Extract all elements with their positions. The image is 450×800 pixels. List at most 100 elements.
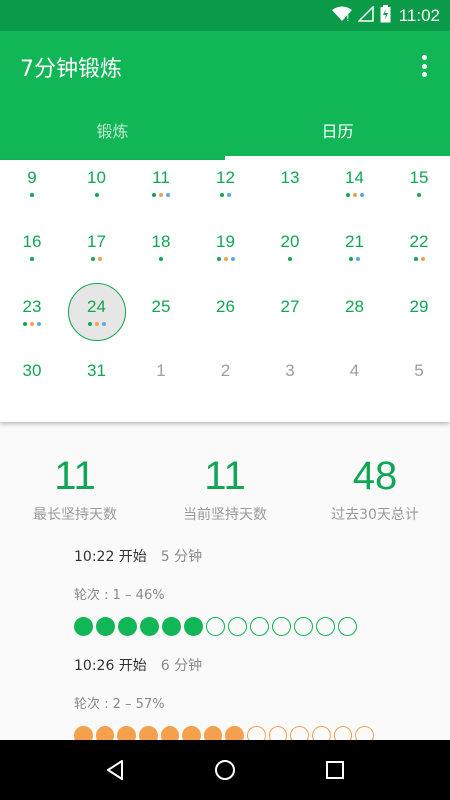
history-panel: 11 最长坚持天数 11 当前坚持天数 48 过去30天总计 10:22 开始 5… [0,422,450,740]
calendar-week-row: 23 24 25 26 27 28 29 [0,283,450,360]
workout-dots [194,257,258,261]
workout-dots [387,193,450,197]
exercise-done-dot [203,726,223,740]
tab-calendar[interactable]: 日历 [225,111,450,160]
day-number: 17 [87,232,106,251]
calendar-day[interactable]: 23 [0,296,64,326]
session-start: 10:26 开始 [74,658,147,674]
workout-dot [98,257,102,261]
signal-icon [356,4,374,26]
stat-current-streak: 11 当前坚持天数 [150,452,300,524]
workout-dot [356,257,360,261]
calendar-day[interactable]: 16 [0,231,64,261]
calendar-day[interactable]: 30 [0,360,64,390]
calendar-day[interactable]: 5 [387,360,450,390]
calendar-day[interactable]: 1 [129,360,193,390]
calendar-day[interactable]: 31 [65,360,129,390]
calendar-day-today[interactable]: 24 [65,283,129,341]
session-header: 10:22 开始 5 分钟 [74,546,374,566]
session-entry[interactable]: 10:22 开始 5 分钟 轮次 : 1 – 46% [74,546,374,636]
day-number: 26 [216,297,235,316]
day-number: 10 [87,168,106,187]
overflow-menu-icon[interactable] [416,53,432,79]
calendar-day[interactable]: 22 [387,231,450,261]
exercise-pending-dot [312,726,331,740]
calendar-day[interactable]: 28 [323,296,387,326]
stat-label: 当前坚持天数 [183,507,267,523]
app-bar: 7分钟锻炼 锻炼 日历 [0,31,450,160]
workout-dot [420,257,425,261]
calendar-week-row: 30 31 1 2 3 4 5 [0,360,450,424]
exercise-done-dot [95,726,115,740]
calendar-day[interactable]: 9 [0,167,64,197]
stat-label: 最长坚持天数 [33,507,117,523]
workout-dots [65,386,129,390]
workout-dots [194,193,258,197]
session-duration: 6 分钟 [160,658,203,674]
stat-value: 48 [352,454,398,498]
calendar-week-row: 16 17 18 19 20 21 22 [0,231,450,295]
workout-dots [387,257,450,261]
day-number: 12 [216,168,235,187]
day-number: 1 [156,361,166,380]
day-number: 5 [414,361,424,380]
exercise-pending-dot [290,726,310,740]
day-number: 3 [285,361,295,380]
calendar-day[interactable]: 4 [323,360,387,390]
day-number: 18 [151,232,171,251]
calendar-day[interactable]: 2 [194,360,258,390]
workout-dots [194,386,258,390]
tab-workout[interactable]: 锻炼 [0,111,225,160]
day-number: 25 [151,297,171,316]
calendar-day[interactable]: 12 [194,167,258,197]
calendar-day[interactable]: 14 [323,167,387,197]
system-nav-bar [0,740,450,800]
workout-dots [323,322,387,326]
back-button[interactable] [85,745,145,795]
workout-dot [220,193,224,197]
calendar-day[interactable]: 21 [323,231,387,261]
exercise-done-dot [117,726,136,740]
calendar-day[interactable]: 19 [194,231,258,261]
workout-dot [166,193,170,197]
calendar-day[interactable]: 3 [258,360,322,390]
calendar-day[interactable]: 10 [65,167,129,197]
workout-dot [91,257,95,261]
calendar-day[interactable]: 25 [129,296,193,326]
home-icon [215,760,235,780]
exercise-done-dot [96,617,115,636]
calendar-day[interactable]: 26 [194,296,258,326]
workout-dot [87,322,92,326]
recents-button[interactable] [305,745,365,795]
workout-dot [30,322,34,326]
day-number: 11 [152,168,170,187]
svg-text:!: ! [346,14,350,22]
calendar-day[interactable]: 15 [387,167,450,197]
workout-dots [0,257,64,261]
workout-dots [258,257,322,261]
day-number: 21 [345,232,364,251]
day-number: 31 [87,361,106,380]
exercise-done-dot [182,726,201,740]
day-number: 22 [409,232,429,251]
workout-dots [387,322,450,326]
day-number: 15 [409,168,429,187]
exercise-pending-dot [272,617,291,636]
calendar-day[interactable]: 29 [387,296,450,326]
exercise-pending-dot [247,726,266,740]
workout-dots [387,386,450,390]
session-round: 轮次 : 1 – 46% [74,588,165,603]
calendar-day[interactable]: 13 [258,167,322,197]
calendar-day[interactable]: 27 [258,296,322,326]
exercise-pending-dot [294,617,313,636]
calendar-day[interactable]: 20 [258,231,322,261]
day-number: 20 [280,232,300,251]
workout-dots [323,257,387,261]
calendar-day[interactable]: 11 [129,167,193,197]
session-entry[interactable]: 10:26 开始 6 分钟 轮次 : 2 – 57% [74,655,375,740]
exercise-pending-dot [268,726,288,740]
calendar-day[interactable]: 18 [129,231,193,261]
exercise-pending-dot [355,726,375,740]
home-button[interactable] [195,745,255,795]
calendar-day[interactable]: 17 [65,231,129,261]
